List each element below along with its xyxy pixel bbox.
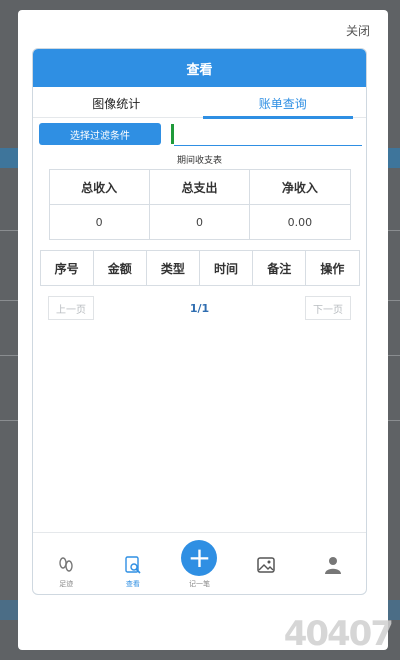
nav-footprints-label: 足迹	[59, 580, 74, 588]
dialog-title: 查看	[33, 49, 366, 87]
col-index: 序号	[39, 250, 94, 286]
prev-page-button[interactable]: 上一页	[48, 296, 94, 320]
summary-header-row: 总收入 总支出 净收入	[48, 169, 351, 205]
nav-view[interactable]: 查看	[105, 554, 161, 588]
user-icon	[322, 554, 344, 576]
view-dialog: 查看 图像统计 账单查询 选择过滤条件 期间收支表 总收入 总支出 净收入 0 …	[32, 48, 367, 595]
summary-table: 总收入 总支出 净收入 0 0 0.00	[48, 169, 351, 240]
net-income-header: 净收入	[249, 169, 351, 205]
nav-profile[interactable]	[305, 554, 361, 588]
col-type: 类型	[145, 250, 200, 286]
active-tab-indicator	[203, 116, 353, 119]
plus-circle-icon[interactable]: +	[181, 540, 218, 576]
nav-gallery[interactable]	[238, 554, 294, 588]
total-expense-header: 总支出	[148, 169, 251, 205]
col-note: 备注	[252, 250, 307, 286]
tab-bill-query[interactable]: 账单查询	[200, 87, 367, 119]
filter-row: 选择过滤条件	[33, 119, 366, 149]
nav-add-record[interactable]: + 记一笔	[171, 540, 227, 588]
image-icon	[255, 554, 277, 576]
total-income-value: 0	[48, 204, 150, 240]
select-filter-button[interactable]: 选择过滤条件	[39, 123, 161, 145]
tab-bar: 图像统计 账单查询	[33, 87, 366, 119]
filter-input[interactable]	[174, 123, 362, 146]
tab-image-stats[interactable]: 图像统计	[33, 87, 200, 119]
nav-view-label: 查看	[125, 580, 140, 588]
close-button[interactable]: 关闭	[346, 22, 370, 39]
nav-footprints[interactable]: 足迹	[38, 554, 94, 588]
total-expense-value: 0	[148, 204, 251, 240]
records-table: 序号 金额 类型 时间 备注 操作	[39, 250, 360, 286]
footprints-icon	[55, 554, 77, 576]
watermark-logo: 40407	[283, 614, 394, 654]
total-income-header: 总收入	[48, 169, 150, 205]
col-action: 操作	[305, 250, 360, 286]
modal-overlay: 关闭 查看 图像统计 账单查询 选择过滤条件 期间收支表 总收入 总支出 净收入…	[18, 10, 388, 650]
col-amount: 金额	[92, 250, 147, 286]
period-title: 期间收支表	[176, 156, 222, 166]
next-page-button[interactable]: 下一页	[304, 296, 351, 320]
col-time: 时间	[198, 250, 254, 286]
nav-add-label: 记一笔	[188, 580, 210, 588]
summary-value-row: 0 0 0.00	[48, 204, 351, 240]
bottom-nav: 足迹 查看 + 记一笔	[33, 532, 366, 594]
search-document-icon	[122, 554, 144, 576]
page-indicator: 1/1	[189, 301, 210, 315]
net-income-value: 0.00	[249, 204, 351, 240]
pagination: 上一页 1/1 下一页	[33, 296, 366, 320]
records-header-row: 序号 金额 类型 时间 备注 操作	[39, 250, 360, 286]
